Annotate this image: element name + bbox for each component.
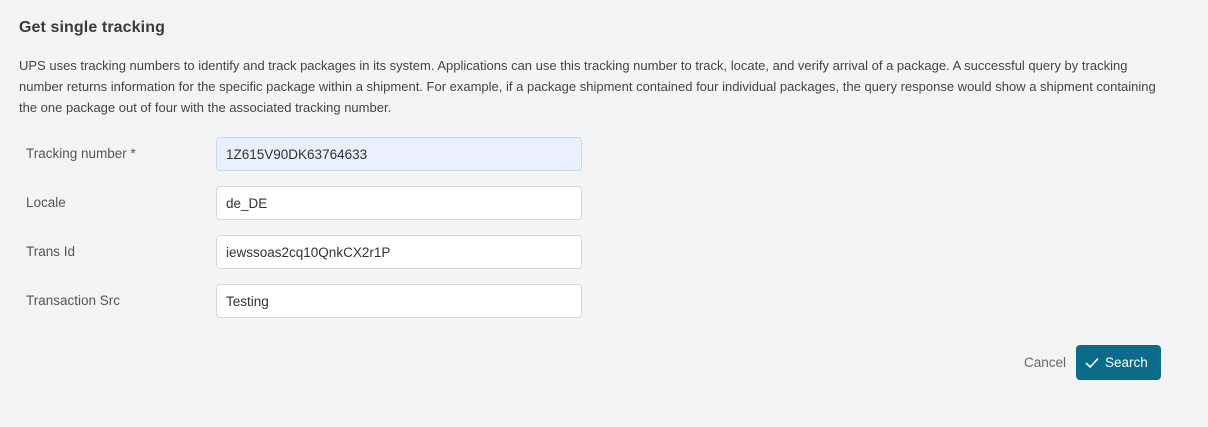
tracking-number-row: Tracking number * (0, 137, 600, 171)
tracking-number-input[interactable] (216, 137, 582, 171)
locale-row: Locale (0, 186, 600, 220)
transaction-src-input[interactable] (216, 284, 582, 318)
tracking-number-label: Tracking number * (26, 146, 136, 161)
cancel-button[interactable]: Cancel (1024, 355, 1066, 370)
tracking-page: Get single tracking UPS uses tracking nu… (0, 0, 1208, 427)
trans-id-input[interactable] (216, 235, 582, 269)
locale-input[interactable] (216, 186, 582, 220)
page-description: UPS uses tracking numbers to identify an… (19, 58, 1156, 115)
trans-id-row: Trans Id (0, 235, 600, 269)
search-button-label: Search (1105, 355, 1148, 370)
trans-id-label: Trans Id (26, 244, 76, 259)
search-button[interactable]: Search (1076, 345, 1161, 380)
locale-label: Locale (26, 195, 66, 210)
check-icon (1085, 357, 1099, 368)
transaction-src-row: Transaction Src (0, 284, 600, 318)
page-title: Get single tracking (19, 19, 165, 36)
form-actions: Cancel Search (1024, 345, 1161, 380)
transaction-src-label: Transaction Src (26, 293, 121, 308)
